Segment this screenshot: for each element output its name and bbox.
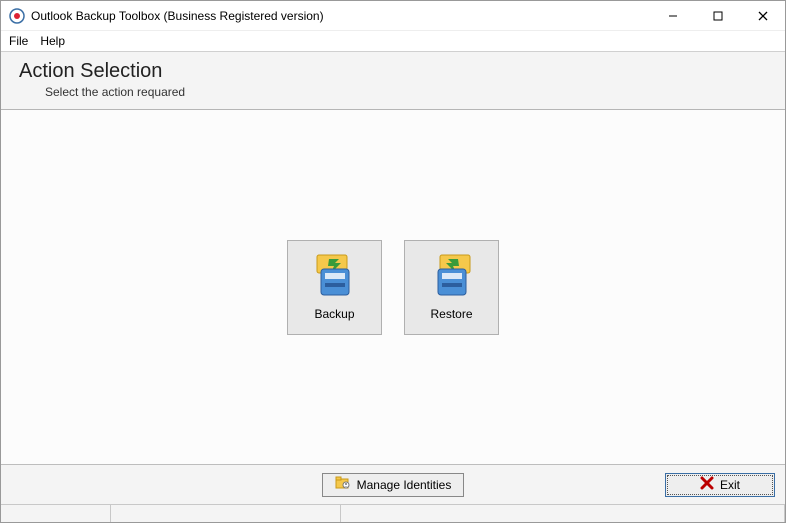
exit-label: Exit <box>720 478 740 492</box>
statusbar <box>1 504 785 522</box>
window-controls <box>650 1 785 31</box>
menubar: File Help <box>1 31 785 51</box>
minimize-button[interactable] <box>650 1 695 31</box>
identities-icon <box>335 476 351 493</box>
exit-button[interactable]: Exit <box>665 473 775 497</box>
backup-button[interactable]: Backup <box>287 240 382 335</box>
backup-label: Backup <box>314 307 354 321</box>
page-header: Action Selection Select the action requa… <box>1 51 785 110</box>
restore-button[interactable]: Restore <box>404 240 499 335</box>
bottom-bar: Manage Identities Exit <box>1 464 785 504</box>
app-icon <box>9 8 25 24</box>
manage-identities-label: Manage Identities <box>357 478 452 492</box>
backup-icon <box>311 253 359 301</box>
content-area: Backup Restore <box>1 110 785 464</box>
exit-icon <box>700 476 714 493</box>
restore-label: Restore <box>430 307 472 321</box>
window-title: Outlook Backup Toolbox (Business Registe… <box>31 9 324 23</box>
menu-help[interactable]: Help <box>40 34 65 48</box>
close-button[interactable] <box>740 1 785 31</box>
maximize-button[interactable] <box>695 1 740 31</box>
page-title: Action Selection <box>19 60 767 83</box>
restore-icon <box>428 253 476 301</box>
page-subtitle: Select the action requared <box>45 85 767 99</box>
manage-identities-button[interactable]: Manage Identities <box>322 473 465 497</box>
titlebar: Outlook Backup Toolbox (Business Registe… <box>1 1 785 31</box>
menu-file[interactable]: File <box>9 34 28 48</box>
